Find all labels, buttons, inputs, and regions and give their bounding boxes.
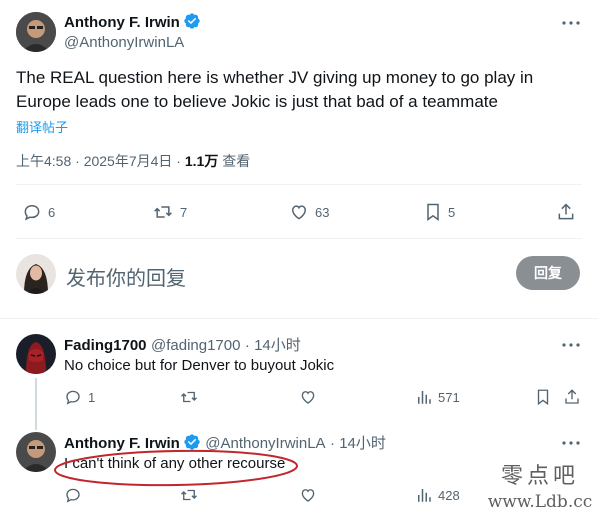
views-action[interactable]: 428 [416, 486, 460, 504]
reply-icon [64, 486, 82, 504]
share-action[interactable] [563, 388, 581, 406]
heart-icon [289, 202, 309, 222]
bookmark-icon [424, 202, 442, 222]
retweet-icon [179, 388, 199, 406]
reply-button[interactable]: 回复 [516, 256, 580, 290]
author-name[interactable]: Anthony F. Irwin [64, 14, 180, 31]
views-action[interactable]: 571 [416, 388, 460, 406]
reply-author-name[interactable]: Fading1700 [64, 337, 147, 354]
reply-avatar[interactable] [16, 334, 56, 374]
reply-count: 1 [88, 389, 96, 405]
tweet-timestamp[interactable]: 上午4:58 · 2025年7月4日 · [16, 153, 185, 169]
more-options-icon[interactable] [560, 12, 582, 34]
reply-avatar[interactable] [16, 432, 56, 472]
reply-header: Fading1700 @fading1700 · 14小时 [64, 334, 301, 355]
divider [0, 318, 598, 319]
watermark-line2: www.Ldb.cc [487, 492, 593, 512]
heart-icon [299, 486, 317, 504]
watermark: 零点吧 www.Ldb.cc [486, 458, 594, 512]
like-action[interactable]: 63 [289, 202, 329, 222]
heart-icon [299, 388, 317, 406]
tweet-text-line1: The REAL question here is whether JV giv… [16, 68, 534, 87]
translate-post-link[interactable]: 翻译帖子 [16, 117, 68, 136]
author-avatar[interactable] [16, 12, 56, 52]
share-action[interactable] [556, 202, 576, 222]
retweet-action[interactable] [179, 486, 205, 504]
like-action[interactable] [299, 388, 323, 406]
tweet-meta: 上午4:58 · 2025年7月4日 · 1.1万 查看 [16, 151, 250, 171]
reply-time[interactable]: · 14小时 [245, 337, 301, 354]
reply-action[interactable]: 6 [22, 202, 55, 222]
reply-count: 6 [48, 204, 56, 220]
bookmark-action[interactable]: 5 [424, 202, 455, 222]
more-options-icon[interactable] [560, 334, 582, 356]
views-icon [416, 388, 432, 406]
divider [16, 238, 582, 239]
reply-icon [64, 388, 82, 406]
main-tweet-header: Anthony F. Irwin @AnthonyIrwinLA [64, 12, 201, 51]
tweet-text: The REAL question here is whether JV giv… [16, 66, 586, 114]
bookmark-icon [535, 388, 551, 406]
retweet-action[interactable]: 7 [152, 202, 187, 222]
reply-icon [22, 202, 42, 222]
retweet-action[interactable] [179, 388, 205, 406]
annotation-circle [54, 449, 298, 487]
like-action[interactable] [299, 486, 323, 504]
views-count: 1.1万 [184, 153, 219, 169]
views-label: 查看 [218, 153, 251, 169]
share-icon [563, 388, 581, 406]
share-icon [556, 202, 576, 222]
tweet-text-line2: Europe leads one to believe Jokic is jus… [16, 92, 498, 111]
reply-time[interactable]: · 14小时 [330, 435, 386, 452]
views-icon [416, 486, 432, 504]
reply-text: No choice but for Denver to buyout Jokic [64, 357, 335, 374]
reply-action[interactable] [64, 486, 88, 504]
like-count: 63 [315, 204, 330, 220]
thread-line [35, 378, 37, 430]
current-user-avatar[interactable] [16, 254, 56, 294]
reply-author-handle[interactable]: @fading1700 [151, 337, 240, 354]
divider [16, 184, 582, 185]
reply-input[interactable]: 发布你的回复 [66, 262, 186, 291]
author-handle[interactable]: @AnthonyIrwinLA [64, 34, 201, 51]
retweet-icon [179, 486, 199, 504]
views-count: 571 [438, 389, 460, 405]
retweet-count: 7 [180, 204, 188, 220]
bookmark-count: 5 [448, 204, 456, 220]
bookmark-action[interactable] [535, 388, 551, 406]
retweet-icon [152, 202, 174, 222]
reply-action[interactable]: 1 [64, 388, 95, 406]
views-count: 428 [438, 487, 460, 503]
more-options-icon[interactable] [560, 432, 582, 454]
watermark-line1: 零点吧 [500, 464, 579, 489]
verified-badge-icon [183, 12, 201, 30]
